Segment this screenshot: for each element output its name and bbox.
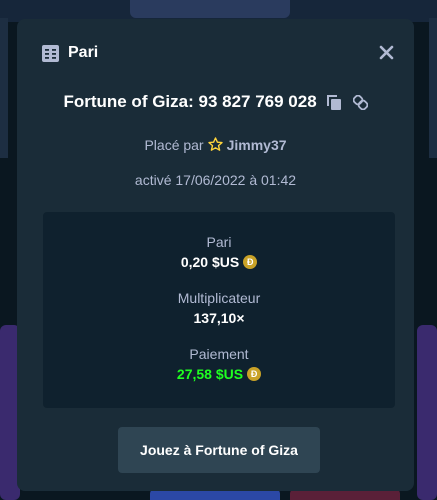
game-title: Fortune of Giza: 93 827 769 028 [63, 92, 317, 111]
stat-multiplier: Multiplicateur 137,10× [43, 290, 395, 326]
bet-details-modal: Pari Fortune of Giza: 93 827 769 028 Pla… [17, 19, 414, 491]
stat-bet-label: Pari [206, 234, 232, 250]
star-icon [207, 137, 223, 151]
close-icon[interactable] [379, 45, 394, 60]
copy-icon[interactable] [327, 94, 342, 110]
link-icon[interactable] [352, 94, 368, 110]
dogecoin-icon [247, 367, 262, 381]
modal-title: Pari [68, 44, 99, 61]
placed-by-label: Placé par [144, 137, 204, 153]
bet-stats-panel: Pari 0,20 $US Multiplicateur 137,10× Pai… [43, 212, 395, 408]
background-thumbnail [130, 0, 290, 18]
background-panel-right [429, 18, 437, 158]
stat-bet: Pari 0,20 $US [43, 234, 395, 270]
play-game-button[interactable]: Jouez à Fortune of Giza [118, 427, 320, 473]
background-card-right [417, 325, 437, 500]
bet-date: activé 17/06/2022 à 01:42 [134, 172, 297, 188]
stat-bet-value: 0,20 $US [43, 254, 395, 270]
stat-payout: Paiement 27,58 $US [43, 346, 395, 382]
bet-slip-icon [42, 45, 59, 62]
modal-header: Pari [17, 19, 414, 83]
background-panel-left [0, 18, 8, 158]
stat-payout-label: Paiement [189, 346, 249, 362]
stat-multiplier-label: Multiplicateur [177, 290, 261, 306]
stat-payout-value: 27,58 $US [43, 366, 395, 382]
stat-multiplier-value: 137,10× [193, 310, 245, 326]
payout-amount: 27,58 $US [176, 366, 244, 382]
dogecoin-icon [243, 255, 258, 269]
game-title-row: Fortune of Giza: 93 827 769 028 [17, 92, 414, 112]
placed-by-row: Placé par Jimmy37 [17, 137, 414, 153]
username-link[interactable]: Jimmy37 [227, 137, 287, 153]
bet-amount: 0,20 $US [180, 254, 240, 270]
